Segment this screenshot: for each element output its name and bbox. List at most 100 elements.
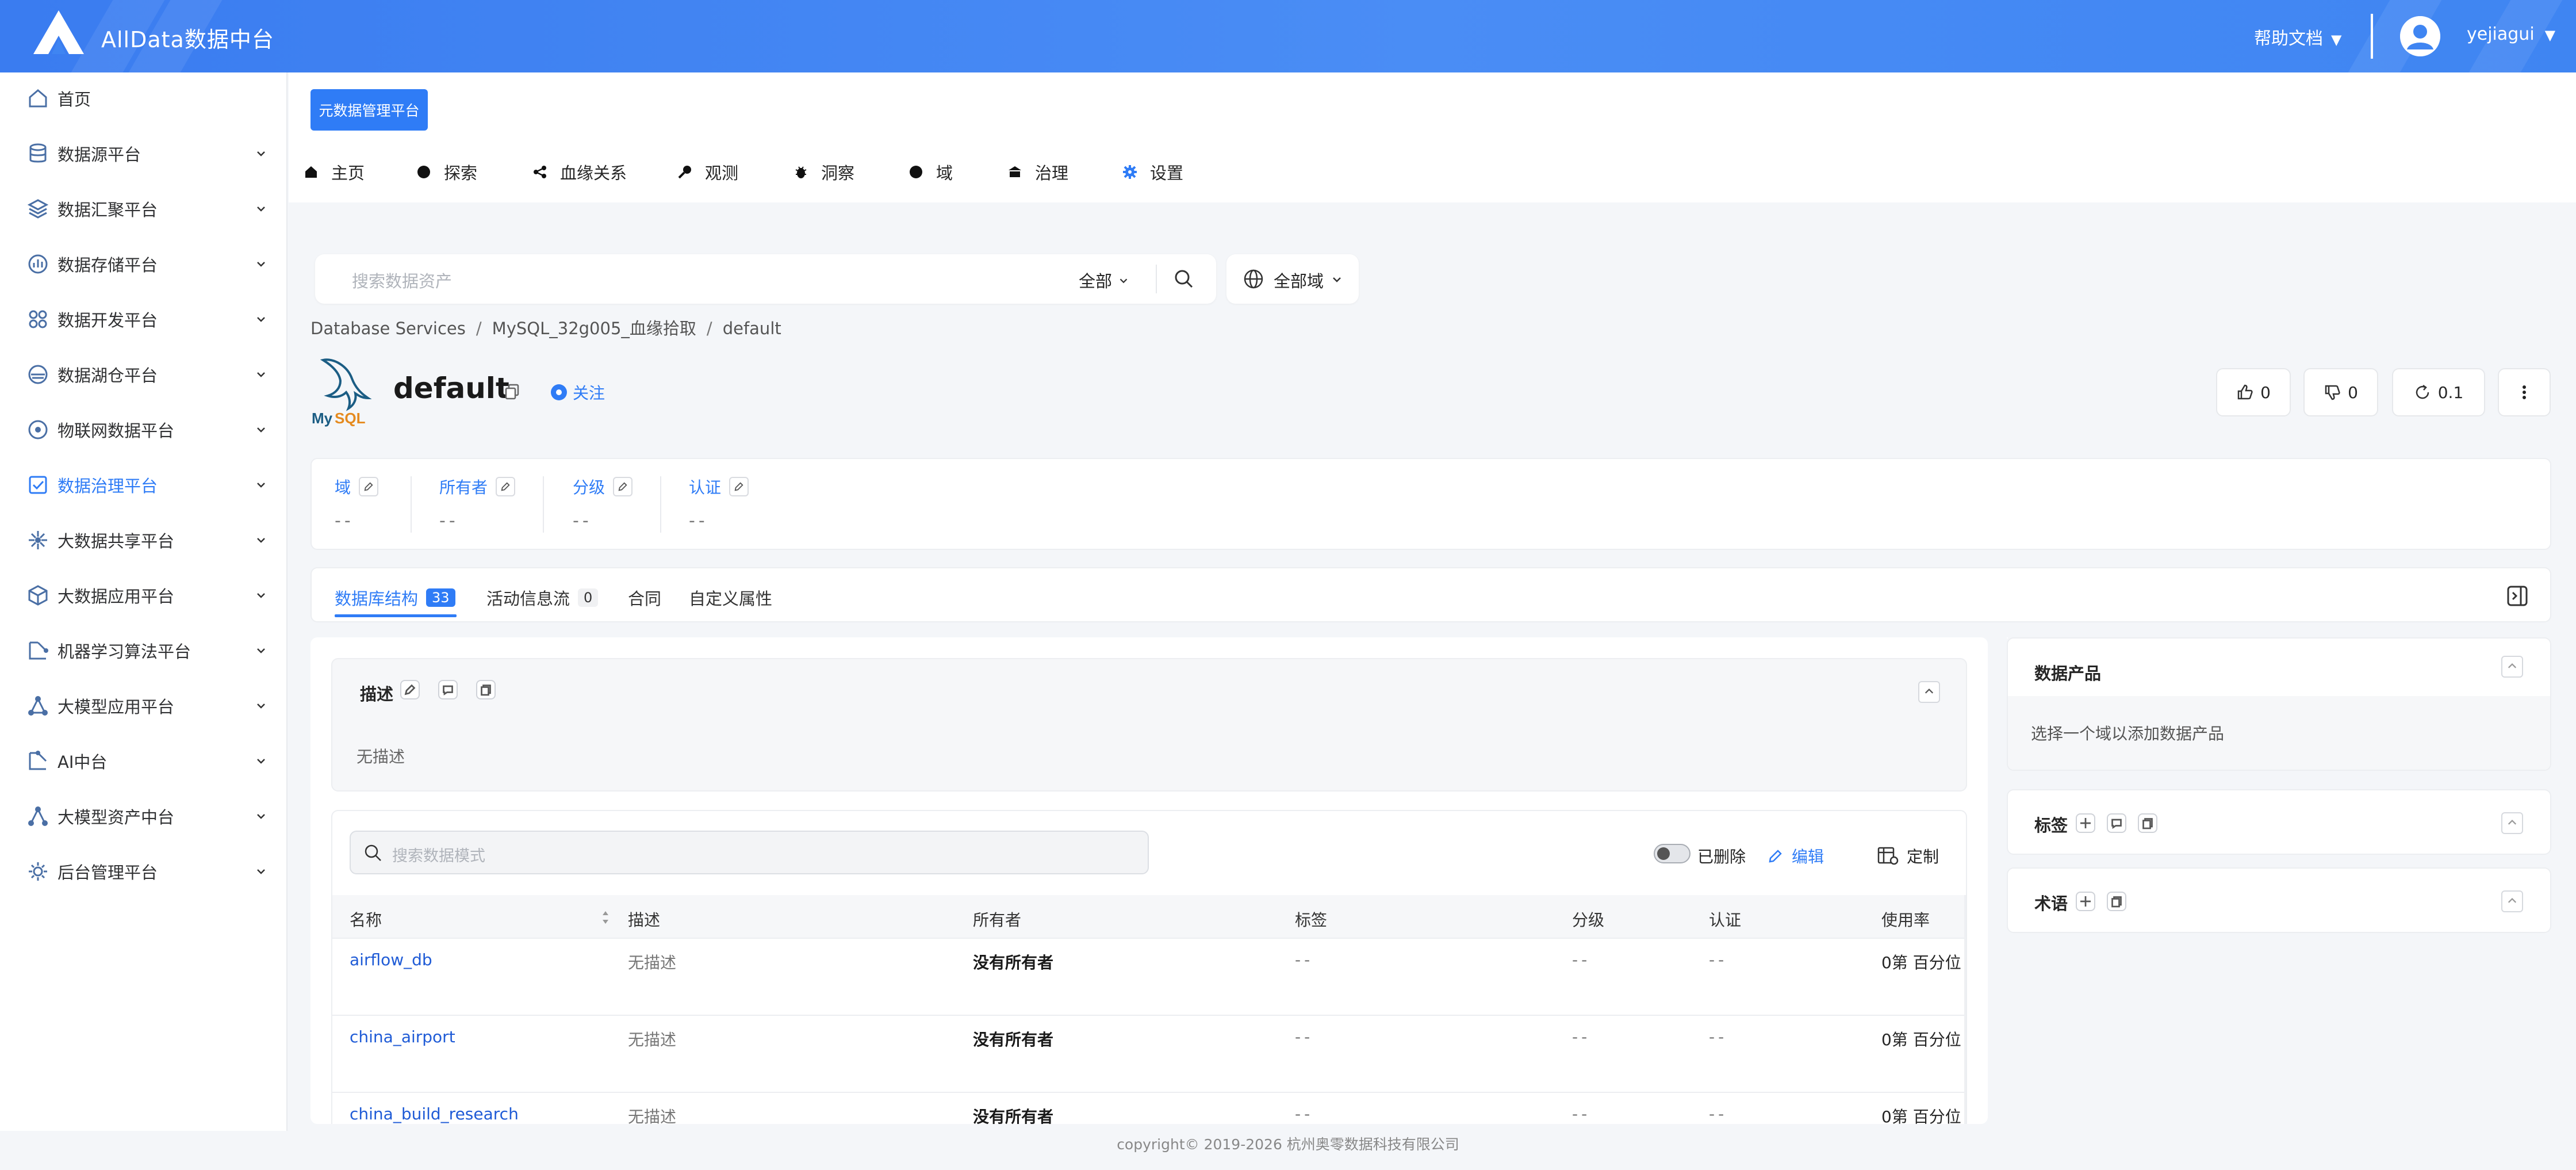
table-row: china_build_research 无描述 没有所有者 -- -- -- … xyxy=(332,1093,1966,1124)
property-value: -- xyxy=(573,511,592,531)
request-icon[interactable] xyxy=(476,680,496,699)
column-header-name[interactable]: 名称 xyxy=(350,908,382,931)
schema-search-field[interactable]: 搜索数据模式 xyxy=(350,831,1149,874)
tab-activity-feed[interactable]: 活动信息流 0 xyxy=(486,586,599,610)
help-docs-menu[interactable]: 帮助文档 ▼ xyxy=(2254,24,2341,49)
divider xyxy=(660,476,661,533)
toggle-panel-icon[interactable] xyxy=(2506,584,2529,607)
divider xyxy=(543,476,544,533)
chevron-down-icon xyxy=(257,207,265,212)
request-icon[interactable] xyxy=(2138,813,2157,833)
sidebar-item-label: 首页 xyxy=(57,90,91,109)
edit-button[interactable]: 编辑 xyxy=(1768,844,1824,867)
domain-select[interactable]: 全部域 xyxy=(1226,254,1359,304)
table-scrollbar[interactable] xyxy=(1964,895,1966,1124)
sidebar-item-label: 大模型资产中台 xyxy=(57,808,175,827)
sidebar-item-governance[interactable]: 数据治理平台 xyxy=(0,459,288,511)
chevron-down-icon: ▼ xyxy=(2544,27,2556,43)
cube-icon xyxy=(28,585,48,606)
sidebar-item-storage[interactable]: 数据存储平台 xyxy=(0,238,288,290)
search-icon[interactable] xyxy=(1173,268,1195,290)
schema-name-link[interactable]: airflow_db xyxy=(350,950,432,969)
chevron-down-icon xyxy=(257,869,265,874)
sidebar-item-iot[interactable]: 物联网数据平台 xyxy=(0,404,288,456)
schema-search-input[interactable]: 搜索数据模式 xyxy=(392,843,485,866)
sort-icon[interactable] xyxy=(600,909,611,926)
schema-name-link[interactable]: china_build_research xyxy=(350,1104,519,1123)
show-deleted-toggle[interactable] xyxy=(1654,844,1690,863)
nav-explore[interactable]: 探索 xyxy=(416,160,477,184)
app-logo-icon[interactable] xyxy=(33,10,84,56)
customize-columns-button[interactable]: 定制 xyxy=(1877,844,1939,867)
ml-icon xyxy=(29,641,48,660)
copy-icon[interactable] xyxy=(504,383,521,400)
schema-owner: 没有所有者 xyxy=(973,1107,1054,1124)
sidebar-item-development[interactable]: 数据开发平台 xyxy=(0,293,288,345)
add-icon[interactable] xyxy=(2076,813,2095,833)
sidebar-item-home[interactable]: 首页 xyxy=(0,72,288,124)
sidebar-item-sharing[interactable]: 大数据共享平台 xyxy=(0,514,288,566)
sidebar-item-ai[interactable]: AI中台 xyxy=(0,735,288,787)
tab-database-schema[interactable]: 数据库结构 33 xyxy=(335,586,455,610)
nav-settings[interactable]: 设置 xyxy=(1122,160,1183,184)
breadcrumb-item[interactable]: MySQL_32g005_血缘拾取 xyxy=(492,319,696,338)
edit-icon[interactable] xyxy=(359,477,379,496)
nav-label: 治理 xyxy=(1035,163,1069,183)
sidebar: 首页 数据源平台 数据汇聚平台 数据存储平台 数据开发平台 数据湖仓平台 物联网… xyxy=(0,72,288,1131)
comment-icon[interactable] xyxy=(438,680,458,699)
chevron-down-icon xyxy=(257,317,265,322)
upvote-button[interactable]: 0 xyxy=(2216,368,2291,416)
collapse-button[interactable] xyxy=(2501,890,2523,912)
add-icon[interactable] xyxy=(2076,892,2095,911)
collapse-button[interactable] xyxy=(2501,656,2523,678)
search-bar[interactable]: 搜索数据资产 全部 xyxy=(315,254,1216,304)
tab-custom-properties[interactable]: 自定义属性 xyxy=(689,586,772,610)
edit-icon[interactable] xyxy=(729,477,749,496)
globe-icon xyxy=(1244,269,1263,289)
metadata-platform-button[interactable]: 元数据管理平台 xyxy=(310,89,428,131)
tab-contract[interactable]: 合同 xyxy=(628,586,661,610)
mysql-logo-icon: My SQL xyxy=(312,358,372,427)
database-icon xyxy=(29,143,47,163)
version-number: 0.1 xyxy=(2437,383,2464,402)
nav-observe[interactable]: 观测 xyxy=(677,160,738,184)
comment-icon[interactable] xyxy=(2107,813,2126,833)
downvote-button[interactable]: 0 xyxy=(2303,368,2378,416)
search-input[interactable]: 搜索数据资产 xyxy=(352,268,452,292)
search-scope-select[interactable]: 全部 xyxy=(1079,268,1130,292)
divider xyxy=(1156,265,1157,293)
sidebar-item-llm-asset[interactable]: 大模型资产中台 xyxy=(0,790,288,842)
nav-governance[interactable]: 治理 xyxy=(1007,160,1068,184)
column-header-usage: 使用率 xyxy=(1881,911,1930,930)
sidebar-item-application[interactable]: 大数据应用平台 xyxy=(0,569,288,621)
schema-name-link[interactable]: china_airport xyxy=(350,1027,455,1046)
schema-usage: 0第 百分位 xyxy=(1881,1107,1961,1124)
description-value: 无描述 xyxy=(356,747,405,766)
sidebar-item-lakehouse[interactable]: 数据湖仓平台 xyxy=(0,349,288,400)
insight-icon xyxy=(795,166,807,178)
sidebar-item-aggregation[interactable]: 数据汇聚平台 xyxy=(0,183,288,235)
avatar[interactable] xyxy=(2400,16,2440,56)
nav-home[interactable]: 主页 xyxy=(304,160,365,184)
breadcrumb-item[interactable]: Database Services xyxy=(310,319,466,338)
domain-select-label: 全部域 xyxy=(1274,272,1324,291)
sidebar-item-datasource[interactable]: 数据源平台 xyxy=(0,128,288,179)
sidebar-item-ml[interactable]: 机器学习算法平台 xyxy=(0,625,288,676)
property-value: -- xyxy=(689,511,708,531)
sidebar-item-admin[interactable]: 后台管理平台 xyxy=(0,846,288,897)
user-menu[interactable]: yejiagui ▼ xyxy=(2467,24,2555,44)
request-icon[interactable] xyxy=(2107,892,2126,911)
chevron-up-icon xyxy=(1925,688,1934,694)
version-button[interactable]: 0.1 xyxy=(2392,368,2485,416)
nav-lineage[interactable]: 血缘关系 xyxy=(532,160,627,184)
nav-insight[interactable]: 洞察 xyxy=(793,160,854,184)
more-options-button[interactable] xyxy=(2498,368,2551,416)
edit-icon[interactable] xyxy=(400,680,420,699)
collapse-button[interactable] xyxy=(1918,681,1940,703)
edit-icon[interactable] xyxy=(613,477,633,496)
sidebar-item-llm-app[interactable]: 大模型应用平台 xyxy=(0,680,288,732)
follow-button[interactable]: 关注 xyxy=(551,381,605,404)
collapse-button[interactable] xyxy=(2501,812,2523,834)
nav-domain[interactable]: 域 xyxy=(908,160,953,184)
edit-icon[interactable] xyxy=(496,477,516,496)
